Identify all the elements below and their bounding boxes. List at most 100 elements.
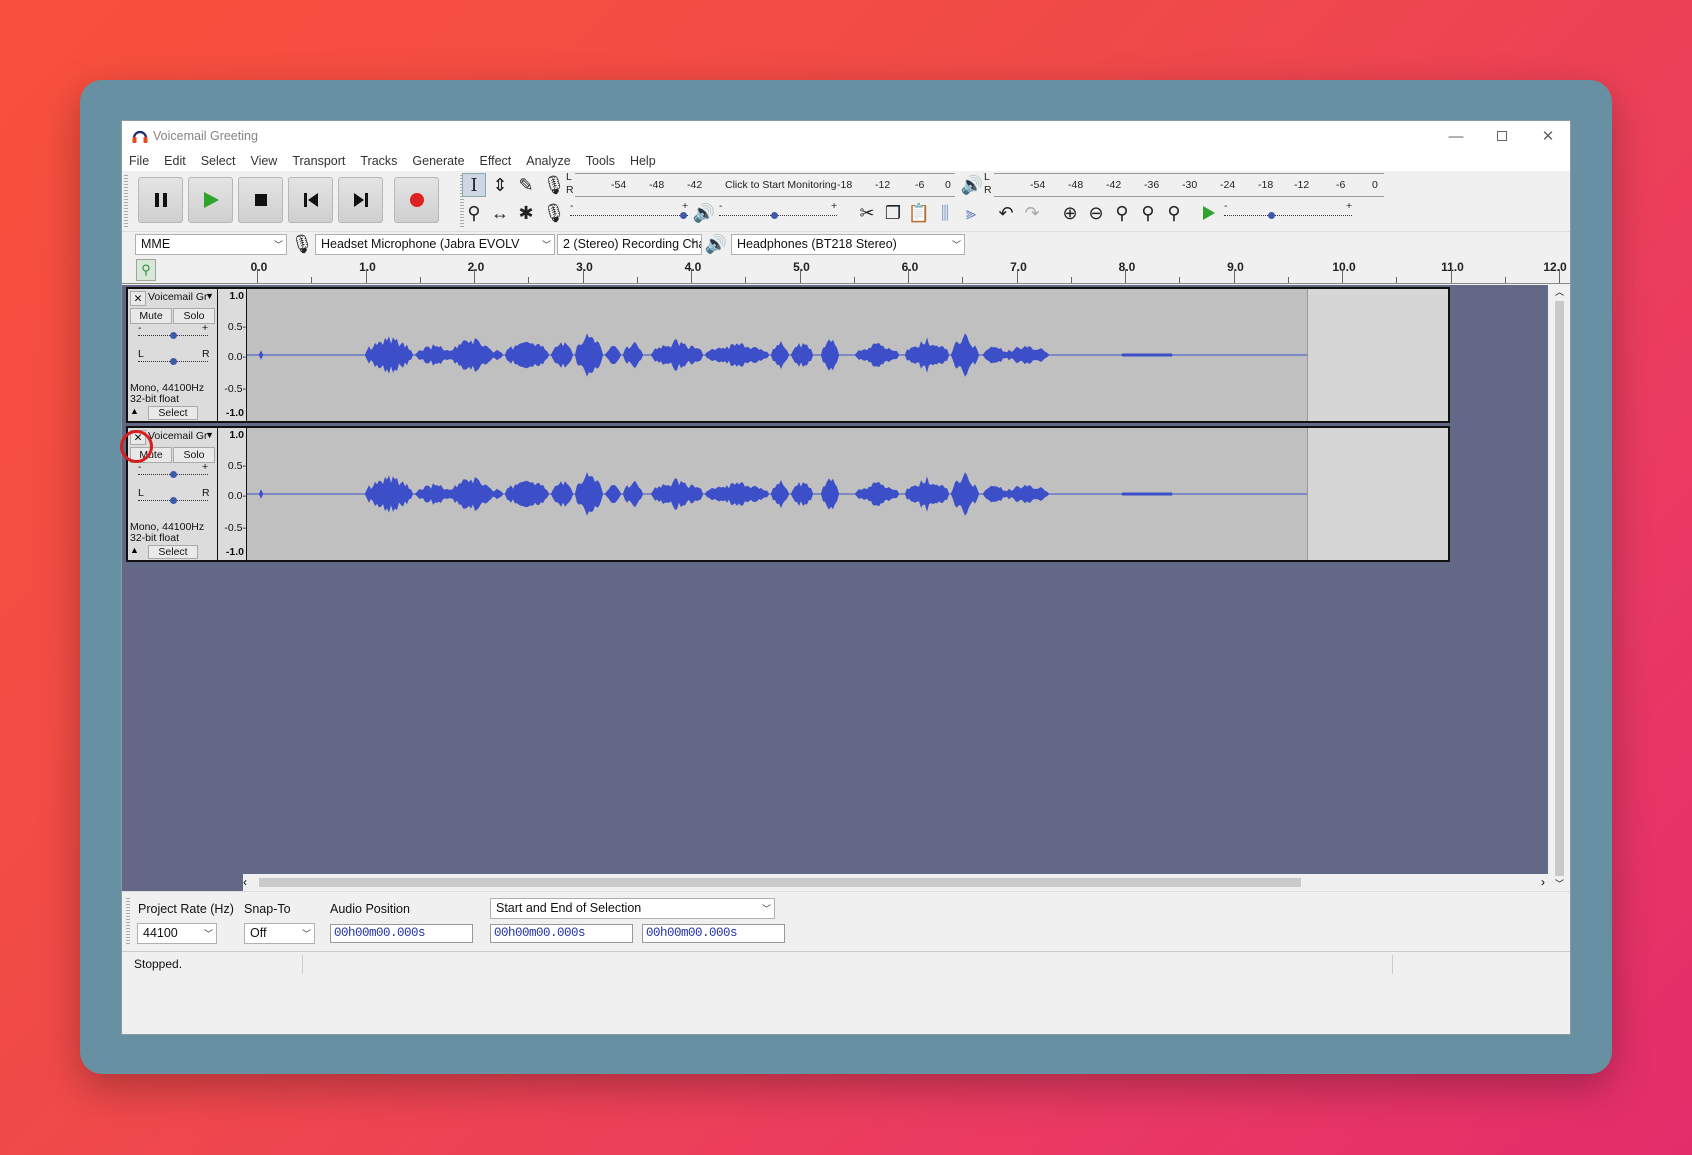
silence-button[interactable]: ⫸ [959,201,983,225]
menu-help[interactable]: Help [623,154,664,168]
copy-button[interactable]: ❐ [881,201,905,225]
solo-button[interactable]: Solo [173,308,215,324]
audio-position-field[interactable]: 00h00m00.000s [330,924,473,943]
ruler-tick-label: 0.0 [250,260,268,274]
toolbar-grip[interactable] [124,175,128,227]
multi-tool[interactable]: ✱ [514,201,538,225]
zoom-tool[interactable]: ⚲ [462,201,486,225]
copy-icon: ❐ [884,202,902,223]
horizontal-scrollbar[interactable]: ‹ › [243,874,1553,891]
solo-button[interactable]: Solo [173,447,215,463]
selection-toolbar-grip[interactable] [126,898,130,946]
scroll-left-icon[interactable]: ‹ [243,875,247,889]
minimize-button[interactable]: — [1433,121,1479,151]
collapse-track-icon[interactable]: ▲ [130,406,139,416]
recording-device-dropdown[interactable]: Headset Microphone (Jabra EVOLV ﹀ [315,234,555,255]
record-meter-button[interactable]: 🎙 [542,173,566,197]
undo-button[interactable]: ↶ [994,201,1018,225]
pan-slider[interactable]: L R [138,348,210,365]
scroll-down-icon[interactable]: ﹀ [1553,877,1566,891]
collapse-track-icon[interactable]: ▲ [130,545,139,555]
stop-button[interactable] [238,177,283,223]
vertical-scale[interactable]: 1.0 0.5- 0.0- -0.5- -1.0 [218,289,246,421]
tracks-area[interactable]: ✕ Voicemail Gr ▼ Mute Solo - + L R Mono, … [122,285,1548,922]
menu-edit[interactable]: Edit [157,154,194,168]
maximize-button[interactable] [1479,121,1525,151]
menu-analyze[interactable]: Analyze [519,154,578,168]
gain-slider[interactable]: - + [138,322,208,339]
record-button[interactable] [394,177,439,223]
click-to-start-monitoring[interactable]: Click to Start Monitoring [725,179,836,191]
record-meter[interactable]: -54 -48 -42 Click to Start Monitoring -1… [575,173,955,197]
selection-end-field[interactable]: 00h00m00.000s [642,924,785,943]
selection-mode-dropdown[interactable]: Start and End of Selection ﹀ [490,898,775,919]
redo-button[interactable]: ↷ [1020,201,1044,225]
i-beam-icon: I [470,174,478,196]
playback-device-dropdown[interactable]: Headphones (BT218 Stereo) ﹀ [731,234,965,255]
zoom-toggle-button[interactable]: ⚲ [1162,201,1186,225]
audio-track[interactable]: ✕ Voicemail Gr ▼ Mute Solo - + L R Mono, … [126,426,1450,562]
pin-playhead-button[interactable]: ⚲ [136,259,156,281]
playback-volume-slider[interactable]: - + [719,200,837,223]
menu-tools[interactable]: Tools [579,154,623,168]
skip-to-start-button[interactable] [288,177,333,223]
paste-button[interactable]: 📋 [907,201,931,225]
draw-tool[interactable]: ✎ [514,173,538,197]
vertical-scale[interactable]: 1.0 0.5- 0.0- -0.5- -1.0 [218,428,246,560]
track-empty-region[interactable] [1307,428,1448,560]
cut-button[interactable]: ✂ [855,201,879,225]
play-scale-tick: -6 [1336,179,1346,191]
menu-transport[interactable]: Transport [285,154,353,168]
project-rate-dropdown[interactable]: 44100 ﹀ [137,923,217,944]
menu-select[interactable]: Select [194,154,244,168]
vertical-scroll-thumb[interactable] [1555,301,1564,876]
ruler-tick-label: 6.0 [901,260,919,274]
select-track-button[interactable]: Select [148,545,198,559]
zoom-in-button[interactable]: ⊕ [1058,201,1082,225]
selection-start-field[interactable]: 00h00m00.000s [490,924,633,943]
select-track-button[interactable]: Select [148,406,198,420]
skip-to-end-button[interactable] [338,177,383,223]
horizontal-scroll-thumb[interactable] [259,878,1301,887]
pause-button[interactable] [138,177,183,223]
fit-selection-button[interactable]: ⚲ [1110,201,1134,225]
menu-effect[interactable]: Effect [473,154,520,168]
scroll-right-icon[interactable]: › [1541,875,1545,889]
vertical-scrollbar[interactable]: ︿ ﹀ [1551,285,1568,892]
mute-button[interactable]: Mute [130,308,172,324]
play-button[interactable] [188,177,233,223]
pan-slider[interactable]: L R [138,487,210,504]
playback-speed-slider[interactable]: - + [1224,200,1352,223]
zoom-out-button[interactable]: ⊖ [1084,201,1108,225]
audio-track[interactable]: ✕ Voicemail Gr ▼ Mute Solo - + L R Mono, … [126,287,1450,423]
menu-tracks[interactable]: Tracks [353,154,405,168]
waveform[interactable] [247,289,1307,421]
menu-file[interactable]: File [122,154,157,168]
recording-volume-slider[interactable]: - + [570,200,688,223]
trim-button[interactable]: ⫼ [933,201,957,225]
recording-channels-dropdown[interactable]: 2 (Stereo) Recording Chai ﹀ [557,234,702,255]
selection-tool[interactable]: I [462,173,486,197]
waveform[interactable] [247,428,1307,560]
track-empty-region[interactable] [1307,289,1448,421]
track-name-menu[interactable]: Voicemail Gr ▼ [148,291,215,306]
close-button[interactable]: ✕ [1525,121,1570,151]
timeline-ruler[interactable]: ⚲ 0.0 1.0 2.0 3.0 4.0 5.0 6.0 7.0 8.0 9.0 10.0 11.0… [122,256,1570,284]
menu-view[interactable]: View [243,154,285,168]
selection-toolbar: Project Rate (Hz) 44100 ﹀ Snap-To Off ﹀ Au… [122,891,1570,951]
audio-host-dropdown[interactable]: MME ﹀ [135,234,287,255]
ruler-tick-label: 9.0 [1227,260,1244,274]
menu-generate[interactable]: Generate [405,154,472,168]
play-meter[interactable]: -54 -48 -42 -36 -30 -24 -18 -12 -6 0 [994,173,1384,197]
snap-to-dropdown[interactable]: Off ﹀ [244,923,315,944]
play-meter-button[interactable]: 🔊 [960,173,984,197]
close-track-button[interactable]: ✕ [130,291,146,306]
scroll-up-icon[interactable]: ︿ [1553,285,1566,299]
time-shift-tool[interactable]: ↔ [488,201,512,225]
envelope-tool[interactable]: ⇕ [488,173,512,197]
gain-slider[interactable]: - + [138,461,208,478]
ruler-minor-tick [528,277,530,283]
track-name-menu[interactable]: Voicemail Gr ▼ [148,430,215,445]
play-at-speed-button[interactable] [1197,201,1221,225]
fit-project-button[interactable]: ⚲ [1136,201,1160,225]
